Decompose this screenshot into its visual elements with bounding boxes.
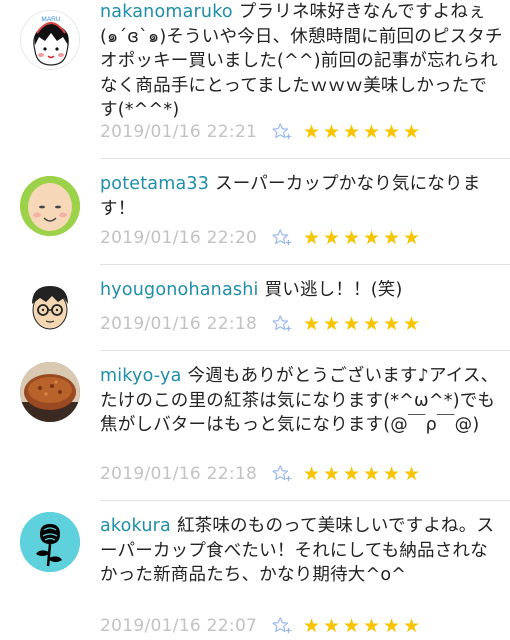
rating-stars: ★ ★ ★ ★ ★ ★ xyxy=(302,463,421,485)
star-icon[interactable]: ★ xyxy=(382,615,401,637)
avatar-maru[interactable]: MARU xyxy=(20,10,80,70)
star-icon[interactable]: ★ xyxy=(302,313,321,335)
star-icon[interactable]: ★ xyxy=(382,313,401,335)
rose-avatar-image xyxy=(20,512,80,572)
star-icon[interactable]: ★ xyxy=(322,313,341,335)
star-icon[interactable]: ★ xyxy=(342,227,361,249)
star-icon[interactable]: ★ xyxy=(322,615,341,637)
star-icon[interactable]: ★ xyxy=(362,121,381,143)
star-icon[interactable]: ★ xyxy=(362,313,381,335)
comment-text-block: akokura 紅茶味のものって美味しいですよね。スーパーカップ食べたい！それにし… xyxy=(100,514,504,588)
comment-date: 2019/01/16 22:21 xyxy=(100,122,258,142)
avatar-akokura[interactable] xyxy=(20,512,80,572)
star-icon[interactable]: ★ xyxy=(382,227,401,249)
star-icon[interactable]: ★ xyxy=(362,615,381,637)
comment-date: 2019/01/16 22:20 xyxy=(100,228,258,248)
glasses-avatar-image xyxy=(20,276,80,336)
star-icon[interactable]: ★ xyxy=(362,227,381,249)
comment-date: 2019/01/16 22:18 xyxy=(100,464,258,484)
comment-username[interactable]: akokura xyxy=(100,516,171,536)
comment-username[interactable]: hyougonohanashi xyxy=(100,280,259,300)
comment-text-block: hyougonohanashi 買い逃し！！(笑) xyxy=(100,278,504,303)
comment-list: MARU nakanomaruko プラリネ味好きなんですよねぇ(๑´ɞ`๑)そう… xyxy=(0,0,510,640)
avatar-hyougonohanashi[interactable] xyxy=(20,276,80,336)
comment-date: 2019/01/16 22:07 xyxy=(100,616,258,636)
rating-stars: ★ ★ ★ ★ ★ ★ xyxy=(302,615,421,637)
star-icon[interactable]: ★ xyxy=(402,463,421,485)
star-icon[interactable]: ★ xyxy=(382,121,401,143)
avatar-potetama[interactable] xyxy=(20,176,80,236)
star-icon[interactable]: ★ xyxy=(322,121,341,143)
rating-stars: ★ ★ ★ ★ ★ ★ xyxy=(302,227,421,249)
star-icon[interactable]: ★ xyxy=(402,227,421,249)
star-icon[interactable]: ★ xyxy=(302,121,321,143)
avatar-label: MARU xyxy=(41,16,60,23)
favorite-star-icon[interactable] xyxy=(272,463,298,485)
star-icon[interactable]: ★ xyxy=(302,463,321,485)
comment-text: 買い逃し！！(笑) xyxy=(264,280,403,300)
star-icon[interactable]: ★ xyxy=(402,313,421,335)
favorite-star-icon[interactable] xyxy=(272,227,298,249)
divider xyxy=(100,500,510,501)
star-icon[interactable]: ★ xyxy=(342,615,361,637)
star-icon[interactable]: ★ xyxy=(342,313,361,335)
star-icon[interactable]: ★ xyxy=(402,615,421,637)
star-icon[interactable]: ★ xyxy=(342,463,361,485)
comment-username[interactable]: nakanomaruko xyxy=(100,2,233,22)
rating-stars: ★ ★ ★ ★ ★ ★ xyxy=(302,313,421,335)
comment-date: 2019/01/16 22:18 xyxy=(100,314,258,334)
star-icon[interactable]: ★ xyxy=(342,121,361,143)
divider xyxy=(100,264,510,265)
favorite-star-icon[interactable] xyxy=(272,313,298,335)
star-icon[interactable]: ★ xyxy=(322,463,341,485)
comment-text-block: mikyo-ya 今週もありがとうございます♪アイス、たけのこの里の紅茶は気になり… xyxy=(100,364,504,438)
favorite-star-icon[interactable] xyxy=(272,121,298,143)
comment-text-block: nakanomaruko プラリネ味好きなんですよねぇ(๑´ɞ`๑)そういや今日、… xyxy=(100,0,504,123)
favorite-star-icon[interactable] xyxy=(272,615,298,637)
divider xyxy=(100,158,510,159)
star-icon[interactable]: ★ xyxy=(302,615,321,637)
maru-avatar-image: MARU xyxy=(21,11,79,69)
comment-text-block: potetama33 スーパーカップかなり気になります！ xyxy=(100,172,504,221)
rating-stars: ★ ★ ★ ★ ★ ★ xyxy=(302,121,421,143)
star-icon[interactable]: ★ xyxy=(302,227,321,249)
star-icon[interactable]: ★ xyxy=(362,463,381,485)
star-icon[interactable]: ★ xyxy=(382,463,401,485)
comment-username[interactable]: mikyo-ya xyxy=(100,366,182,386)
star-icon[interactable]: ★ xyxy=(322,227,341,249)
divider xyxy=(100,350,510,351)
avatar-mikyo-ya[interactable] xyxy=(20,362,80,422)
star-icon[interactable]: ★ xyxy=(402,121,421,143)
comment-username[interactable]: potetama33 xyxy=(100,174,209,194)
smiley-avatar-image xyxy=(20,176,80,236)
food-avatar-image xyxy=(20,362,80,422)
